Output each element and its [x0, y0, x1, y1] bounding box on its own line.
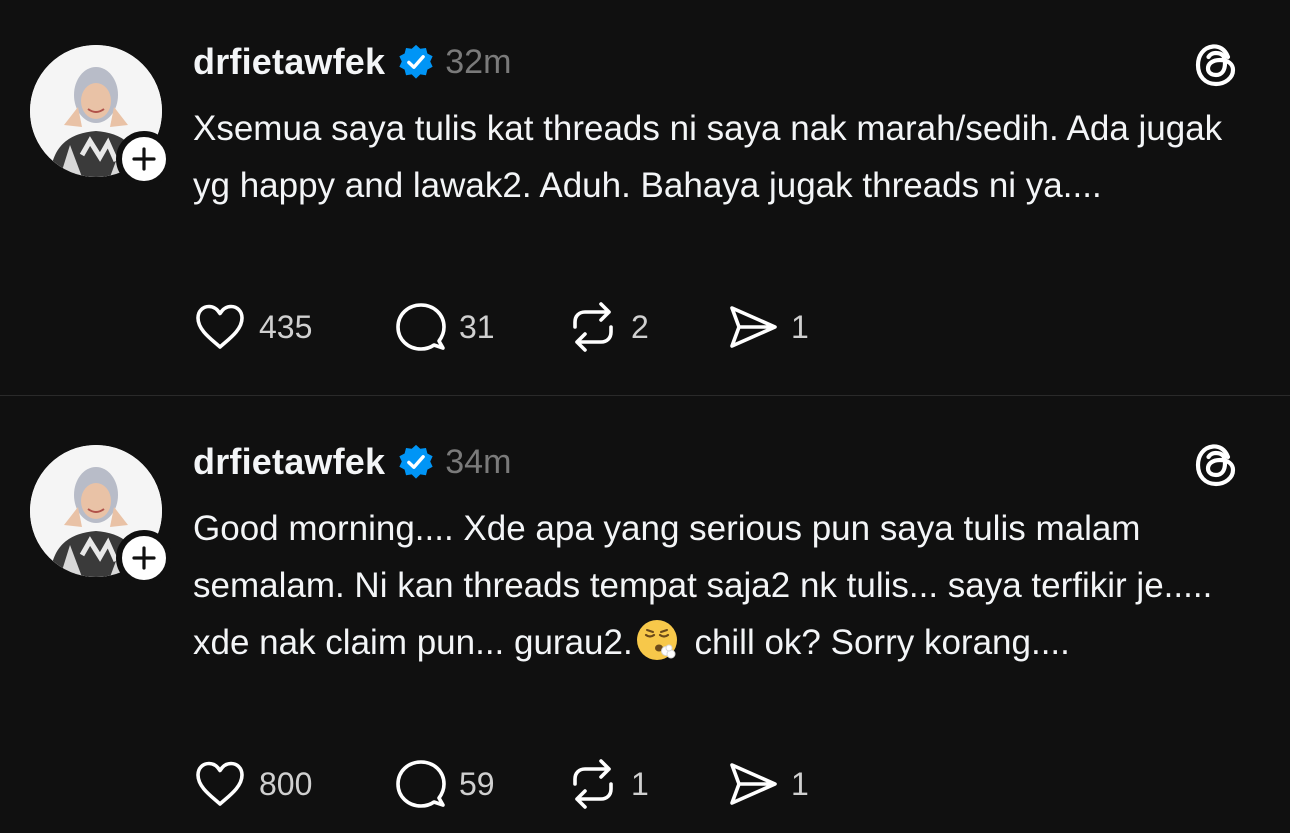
post-time: 32m	[445, 42, 512, 81]
comment-bubble-icon	[396, 303, 446, 351]
reply-count: 31	[459, 308, 495, 345]
post-header: drfietawfek 32m	[193, 41, 512, 83]
like-button[interactable]: 435	[193, 302, 395, 352]
share-count: 1	[791, 308, 809, 345]
threads-logo-icon[interactable]	[1192, 40, 1242, 90]
comment-bubble-icon	[396, 760, 446, 808]
reply-count: 59	[459, 765, 495, 802]
repost-icon	[573, 759, 613, 809]
post-header: drfietawfek 34m	[193, 441, 512, 483]
share-button[interactable]: 1	[727, 303, 847, 351]
repost-icon	[573, 302, 613, 352]
post-text: Xsemua saya tulis kat threads ni saya na…	[193, 109, 1232, 205]
reply-button[interactable]: 59	[395, 758, 567, 810]
post-text: Good morning.... Xde apa yang serious pu…	[193, 500, 1263, 671]
threads-logo-icon[interactable]	[1192, 440, 1242, 490]
repost-button[interactable]: 2	[567, 301, 727, 353]
send-icon	[730, 306, 777, 348]
exhaling-face-emoji-icon	[636, 620, 677, 660]
verified-badge-icon	[399, 44, 433, 79]
post-time: 34m	[445, 442, 512, 481]
like-count: 435	[259, 308, 313, 345]
plus-icon	[132, 546, 156, 570]
reply-button[interactable]: 31	[395, 301, 567, 353]
repost-button[interactable]: 1	[567, 758, 727, 810]
post-text-after-emoji: chill ok? Sorry korang....	[684, 623, 1070, 662]
share-button[interactable]: 1	[727, 760, 847, 808]
heart-icon	[196, 761, 244, 806]
heart-icon	[196, 304, 244, 349]
post-actions: 435 31 2 1	[193, 299, 847, 355]
username[interactable]: drfietawfek	[193, 41, 385, 83]
thread-post: drfietawfek 34m Good morning.... Xde apa…	[0, 396, 1290, 833]
repost-count: 1	[631, 765, 649, 802]
like-count: 800	[259, 765, 313, 802]
verified-badge-icon	[399, 444, 433, 479]
plus-icon	[132, 147, 156, 171]
thread-post: drfietawfek 32m Xsemua saya tulis kat th…	[0, 0, 1290, 395]
follow-plus-button[interactable]	[116, 131, 172, 187]
username[interactable]: drfietawfek	[193, 441, 385, 483]
share-count: 1	[791, 765, 809, 802]
post-actions: 800 59 1 1	[193, 756, 847, 812]
follow-plus-button[interactable]	[116, 530, 172, 586]
repost-count: 2	[631, 308, 649, 345]
like-button[interactable]: 800	[193, 759, 395, 809]
send-icon	[730, 763, 777, 805]
